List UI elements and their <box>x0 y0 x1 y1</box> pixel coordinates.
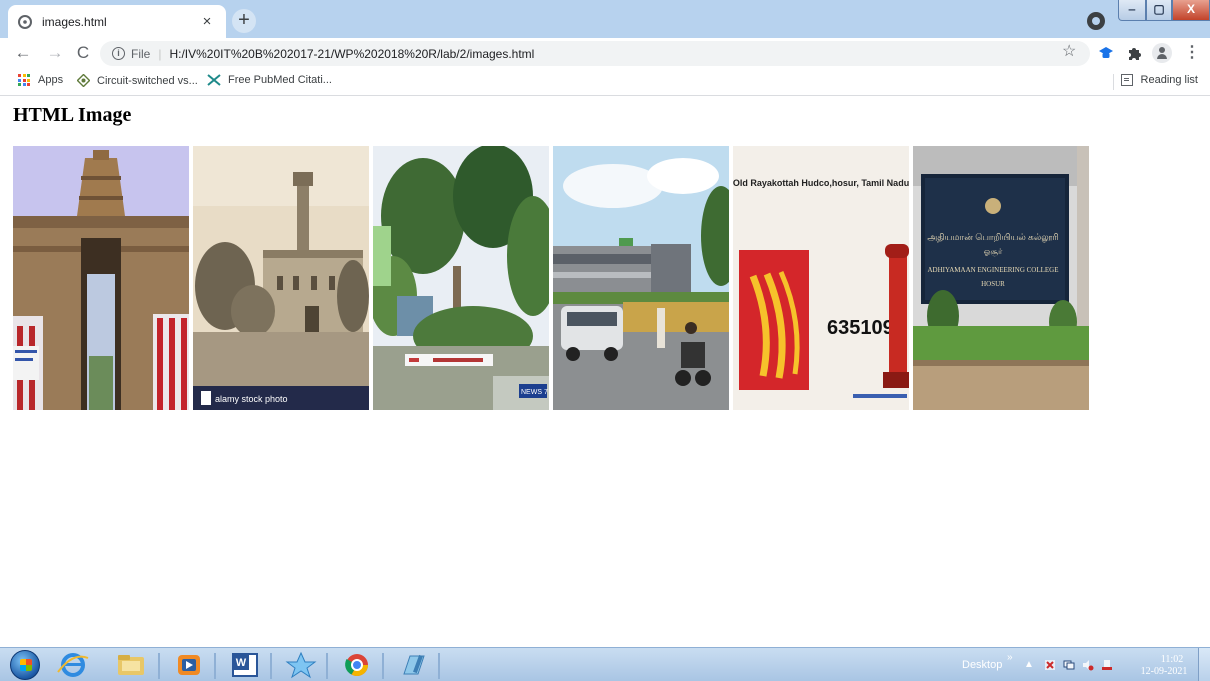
media-player-icon[interactable] <box>166 650 212 680</box>
watermark-text: alamy stock photo <box>215 394 288 404</box>
tab-strip: images.html × + ‒ ▢ X <box>0 0 1210 38</box>
college-city-tamil: ஓசூர் <box>984 247 1003 257</box>
action-center-flag-icon[interactable] <box>1044 659 1056 671</box>
reading-list-button[interactable]: Reading list <box>1120 74 1198 86</box>
word-icon[interactable]: W <box>222 650 268 680</box>
reading-list-icon <box>1120 74 1133 86</box>
town-square-image: NEWS 7 <box>373 146 549 410</box>
bookmarks-divider <box>1113 74 1114 90</box>
bookmark-label: Apps <box>38 74 64 86</box>
page-heading: HTML Image <box>13 104 132 126</box>
taskbar: W Desktop » ▲ 11:02 12-09-2021 <box>0 647 1210 681</box>
new-tab-button[interactable]: + <box>232 9 256 33</box>
reading-list-label: Reading list <box>1140 74 1198 86</box>
college-name-english: ADHIYAMAAN ENGINEERING COLLEGE <box>927 266 1058 274</box>
pincode-text: 635109 <box>827 317 894 339</box>
browser-toolbar: ← → C i File | H:/IV%20IT%20B%202017-21/… <box>0 38 1210 68</box>
news-sign-text: NEWS 7 <box>521 389 548 396</box>
bookmark-star-icon[interactable]: ☆ <box>1062 41 1076 61</box>
tab-close-button[interactable]: × <box>198 13 216 30</box>
globe-icon <box>18 14 32 29</box>
volume-icon[interactable] <box>1082 659 1094 671</box>
clock-date[interactable]: 12-09-2021 <box>1134 666 1194 677</box>
puzzle-extensions-icon[interactable] <box>1126 45 1142 61</box>
window-close-button[interactable]: X <box>1172 0 1210 21</box>
show-hidden-icons-arrow[interactable]: ▲ <box>1024 659 1034 670</box>
tab-search-icon[interactable] <box>1087 12 1105 30</box>
pubmed-icon <box>207 74 221 86</box>
college-city-english: HOSUR <box>981 280 1005 288</box>
circuit-icon <box>77 74 90 87</box>
graduation-cap-icon[interactable] <box>1098 45 1114 61</box>
taskbar-divider <box>158 653 160 679</box>
show-desktop-button[interactable] <box>1198 648 1210 681</box>
taskbar-divider <box>270 653 272 679</box>
bookmark-label: Free PubMed Citati... <box>228 74 332 86</box>
desktop-toolbar-label[interactable]: Desktop <box>962 659 1002 671</box>
vintage-palace-image: alamy stock photo <box>193 146 369 410</box>
bookmark-apps[interactable]: Apps <box>18 74 63 86</box>
post-office-image: Old Rayakottah Hudco,hosur, Tamil Nadu 6… <box>733 146 909 410</box>
notepad-icon[interactable] <box>390 650 436 680</box>
url-text[interactable]: H:/IV%20IT%20B%202017-21/WP%202018%20R/l… <box>169 47 534 61</box>
start-button[interactable] <box>10 650 40 680</box>
street-road-image <box>553 146 729 410</box>
chrome-icon[interactable] <box>334 650 380 680</box>
forward-button[interactable]: → <box>44 42 66 64</box>
back-button[interactable]: ← <box>12 42 34 64</box>
bookmark-label: Circuit-switched vs... <box>97 74 198 87</box>
profile-avatar-icon[interactable] <box>1152 43 1172 63</box>
window-maximize-button[interactable]: ▢ <box>1146 0 1172 21</box>
address-bar[interactable]: i File | H:/IV%20IT%20B%202017-21/WP%202… <box>100 41 1090 66</box>
apps-grid-icon <box>18 74 30 86</box>
network-icon[interactable] <box>1063 659 1075 671</box>
tab-title: images.html <box>42 14 107 29</box>
clock-time[interactable]: 11:02 <box>1150 654 1194 665</box>
taskbar-divider <box>382 653 384 679</box>
college-name-tamil: அதியமான் பொறியியல் கல்லூரி <box>927 232 1059 243</box>
reload-button[interactable]: C <box>72 42 94 64</box>
taskbar-divider <box>326 653 328 679</box>
file-explorer-icon[interactable] <box>108 650 154 680</box>
bookmark-pubmed[interactable]: Free PubMed Citati... <box>207 74 332 86</box>
bookmark-circuit-switched[interactable]: Circuit-switched vs... <box>77 74 198 87</box>
svg-text:W: W <box>236 657 247 669</box>
taskbar-divider <box>214 653 216 679</box>
browser-menu-icon[interactable]: ⋮ <box>1184 42 1200 62</box>
temple-gopuram-image <box>13 146 189 410</box>
bookmarks-bar: Apps Circuit-switched vs... Free PubMed … <box>0 68 1210 96</box>
info-icon[interactable]: i <box>112 47 125 60</box>
star-app-icon[interactable] <box>278 650 324 680</box>
url-separator: | <box>158 46 162 61</box>
image-gallery: alamy stock photo NEWS 7 Old Rayakottah … <box>13 146 1089 410</box>
internet-explorer-icon[interactable] <box>50 650 96 680</box>
safely-remove-hardware-icon[interactable] <box>1101 659 1113 671</box>
window-minimize-button[interactable]: ‒ <box>1118 0 1146 21</box>
college-entrance-image: அதியமான் பொறியியல் கல்லூரி ஓசூர் ADHIYAM… <box>913 146 1089 410</box>
location-title: Old Rayakottah Hudco,hosur, Tamil Nadu <box>733 178 909 188</box>
taskbar-divider <box>438 653 440 679</box>
scheme-label: File <box>131 46 151 61</box>
tab-images-html[interactable]: images.html × <box>8 5 226 38</box>
toolbar-chevron-icon[interactable]: » <box>1007 652 1013 663</box>
